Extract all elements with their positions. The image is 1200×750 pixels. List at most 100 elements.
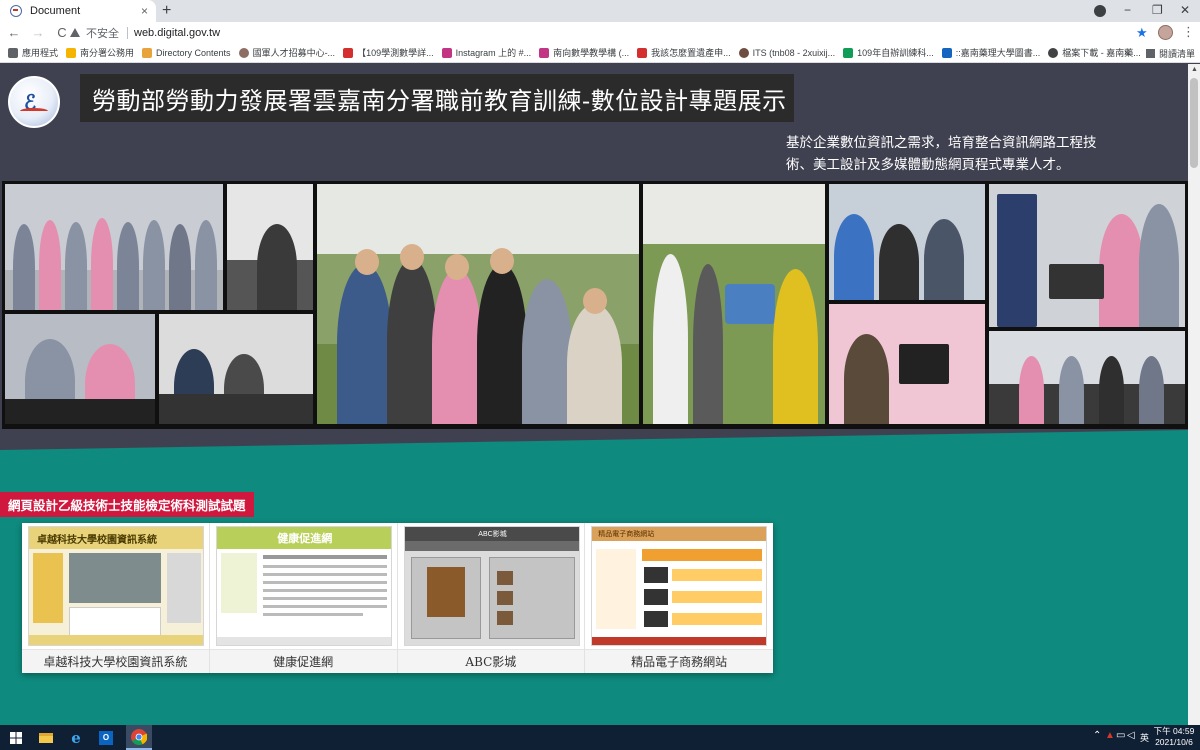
outlook-icon: O	[99, 730, 113, 745]
field-activity-photo[interactable]	[643, 184, 825, 424]
instructor-photo[interactable]	[159, 314, 313, 424]
windows-taskbar: e O ⌃ ▲ ▭ ◁ 英 下午 04:59 2021/10/6	[0, 725, 1200, 750]
scrollbar-thumb[interactable]	[1190, 78, 1198, 168]
chrome-taskbar-button[interactable]	[126, 725, 152, 750]
bookmark-item[interactable]: Directory Contents	[142, 47, 231, 58]
url-text[interactable]: web.digital.gov.tw	[134, 27, 220, 39]
browser-toolbar: ← → C 不安全 web.digital.gov.tw ★ ⋮	[0, 22, 1200, 43]
scroll-up-icon[interactable]: ▲	[1191, 66, 1198, 73]
reading-list-label: 閱讀清單	[1159, 49, 1196, 59]
project-cards: 卓越科技大學校園資訊系統 卓越科技大學校園資訊系統 健康促進網 健康促進網 AB…	[22, 523, 773, 673]
network-rack-photo[interactable]	[989, 184, 1185, 327]
project-card[interactable]: 精品電子商務網站 精品電子商務網站	[585, 523, 773, 673]
bookmark-item[interactable]: 109年自辦訓練科...	[843, 46, 934, 59]
edge-button[interactable]: e	[66, 725, 86, 750]
back-button[interactable]: ←	[4, 25, 24, 40]
site-icon	[843, 47, 854, 58]
thumb-header-text: 卓越科技大學校園資訊系統	[37, 534, 157, 546]
bookmarks-more-button[interactable]: »	[1124, 47, 1130, 58]
maximize-button[interactable]: ❐	[1152, 3, 1163, 17]
people-icon[interactable]: ⌃	[1093, 730, 1101, 741]
bookmark-item[interactable]: Instagram 上的 #...	[441, 46, 532, 59]
site-logo[interactable]: ℰ	[8, 76, 60, 128]
bookmark-item[interactable]: 我該怎麼置遺產申...	[637, 46, 731, 59]
classroom-photo[interactable]	[227, 184, 313, 310]
file-explorer-button[interactable]	[36, 725, 56, 750]
security-label[interactable]: 不安全	[86, 25, 119, 41]
minimize-button[interactable]: −	[1124, 3, 1131, 17]
laptop-class-photo[interactable]	[829, 304, 985, 424]
youtube-icon	[343, 47, 354, 58]
bookmark-item[interactable]: 南分署公務用	[66, 46, 134, 59]
profile-avatar[interactable]	[1158, 25, 1173, 40]
network-icon[interactable]: ▭	[1116, 730, 1125, 741]
site-icon	[238, 47, 249, 58]
outdoor-group-photo[interactable]	[317, 184, 639, 424]
bookmark-label: ITS (tnb08 - 2xuixij...	[752, 47, 836, 58]
project-card-label: 精品電子商務網站	[585, 649, 773, 673]
bookmark-item[interactable]: 【109學測數學詳...	[343, 46, 434, 59]
lab-students-photo[interactable]	[829, 184, 985, 300]
apps-grid-icon	[8, 47, 18, 58]
start-button[interactable]	[6, 725, 26, 750]
bookmark-label: 國軍人才招募中心-...	[252, 48, 336, 58]
browser-tab-bar: Document × + − ❐ ✕	[0, 0, 1200, 22]
project-thumbnail[interactable]: 健康促進網	[215, 526, 392, 646]
project-card-label: ABC影城	[397, 649, 585, 673]
bookmark-item[interactable]: ::嘉南藥理大學圖書...	[941, 46, 1041, 59]
project-card-label: 健康促進網	[209, 649, 397, 673]
warning-icon	[70, 28, 80, 37]
tab-close-icon[interactable]: ×	[141, 4, 148, 18]
project-card-label: 卓越科技大學校園資訊系統	[22, 649, 209, 673]
bookmark-item[interactable]: 國軍人才招募中心-...	[238, 46, 336, 59]
logo-swoosh-icon	[20, 108, 48, 114]
address-bar[interactable]: 不安全 web.digital.gov.tw	[70, 24, 1145, 41]
close-window-button[interactable]: ✕	[1180, 3, 1190, 17]
outlook-button[interactable]: O	[96, 725, 116, 750]
computer-lab-photo[interactable]	[5, 314, 155, 424]
project-card[interactable]: 卓越科技大學校園資訊系統 卓越科技大學校園資訊系統	[22, 523, 210, 673]
bookmark-item[interactable]: ITS (tnb08 - 2xuixij...	[738, 47, 836, 58]
bookmark-label: 應用程式	[22, 48, 59, 58]
forward-button[interactable]: →	[28, 25, 48, 40]
bookmark-item[interactable]: 南向數學教學構 (...	[539, 46, 629, 59]
site-icon	[941, 47, 952, 58]
bookmark-label: 【109學測數學詳...	[357, 48, 434, 58]
taskbar-clock[interactable]: 下午 04:59 2021/10/6	[1146, 726, 1200, 748]
classroom-overview-photo[interactable]	[989, 331, 1185, 424]
bookmark-apps[interactable]: 應用程式	[8, 46, 58, 59]
page-title: 勞動部勞動力發展署雲嘉南分署職前教育訓練-數位設計專題展示	[92, 86, 787, 115]
browser-menu-icon[interactable]: ⋮	[1182, 24, 1195, 40]
thumb-header-text: 健康促進網	[277, 532, 333, 545]
address-separator	[127, 26, 128, 39]
reload-button[interactable]: C	[52, 25, 72, 40]
group-photo[interactable]	[5, 184, 223, 310]
tab-search-icon[interactable]	[1094, 5, 1106, 17]
tab-title: Document	[30, 5, 81, 17]
project-card[interactable]: ABC影城 ABC影城	[397, 523, 586, 673]
bookmark-label: ::嘉南藥理大學圖書...	[955, 48, 1041, 58]
project-card[interactable]: 健康促進網 健康促進網	[209, 523, 398, 673]
reading-list-button[interactable]: 閱讀清單	[1146, 47, 1195, 60]
project-thumbnail[interactable]: ABC影城	[403, 526, 580, 646]
app-tray-icon[interactable]: ▲	[1105, 730, 1115, 741]
photo-collage	[2, 181, 1188, 429]
internet-explorer-icon: e	[71, 728, 81, 747]
new-tab-button[interactable]: +	[162, 2, 171, 20]
instagram-icon	[539, 47, 550, 58]
folder-icon	[66, 47, 77, 58]
folder-icon	[142, 47, 153, 58]
bookmarks-bar: 應用程式 南分署公務用 Directory Contents 國軍人才招募中心-…	[0, 43, 1200, 63]
bookmark-label: 南向數學教學構 (...	[553, 48, 630, 58]
page-scrollbar[interactable]: ▲	[1188, 64, 1200, 725]
bookmark-label: Instagram 上的 #...	[455, 48, 532, 58]
bookmark-star-icon[interactable]: ★	[1136, 25, 1148, 41]
folder-icon	[39, 732, 53, 743]
project-thumbnail[interactable]: 卓越科技大學校園資訊系統	[28, 526, 204, 646]
section-title: 網頁設計乙級技術士技能檢定術科測試試題	[0, 492, 254, 517]
chrome-icon	[131, 729, 147, 745]
volume-icon[interactable]: ◁	[1127, 730, 1135, 741]
browser-tab[interactable]: Document ×	[0, 0, 156, 22]
project-thumbnail[interactable]: 精品電子商務網站	[591, 526, 768, 646]
thumb-header-text: ABC影城	[478, 531, 507, 538]
